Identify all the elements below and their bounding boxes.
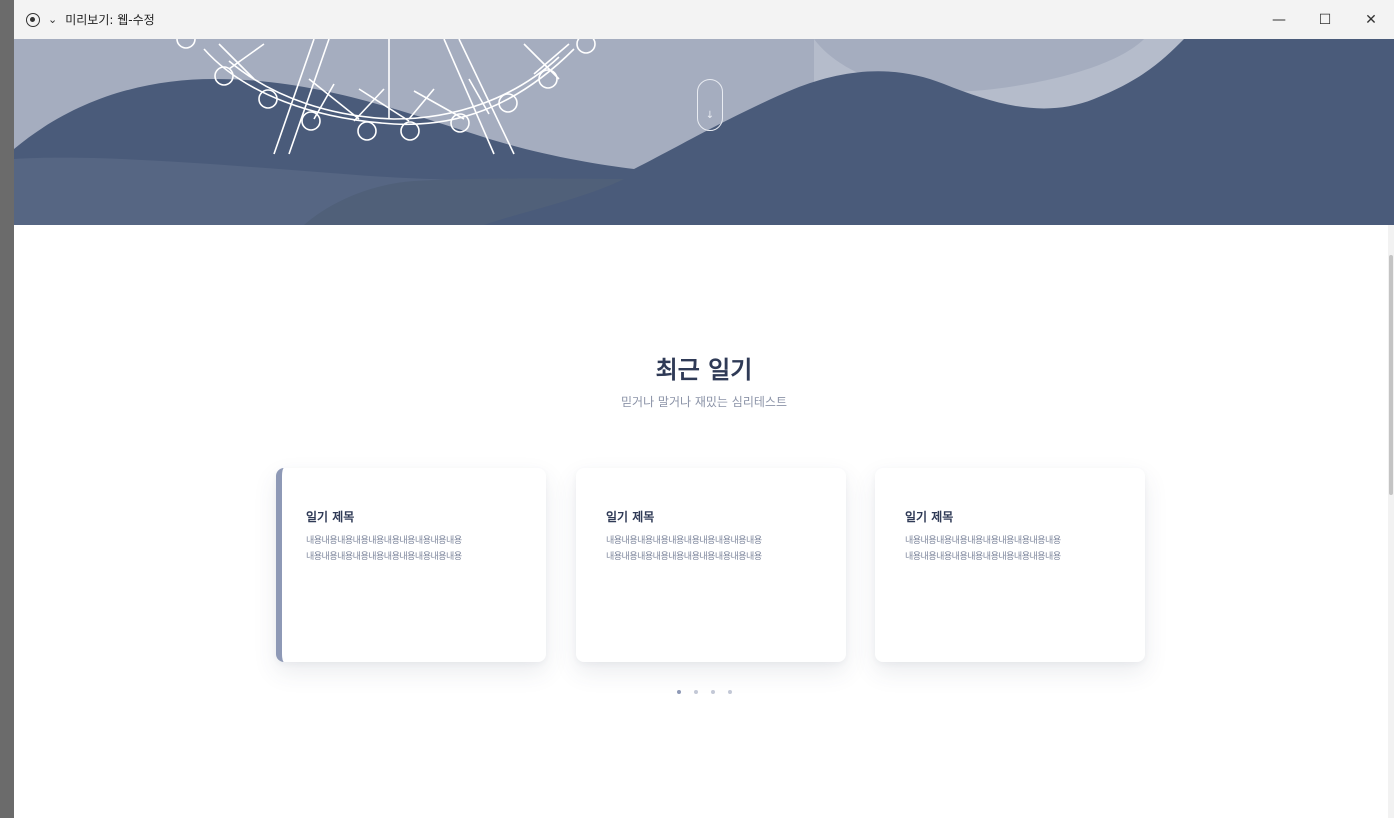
close-button[interactable]: ✕	[1348, 0, 1394, 39]
card-body-line: 내용내용내용내용내용내용내용내용내용내용	[905, 552, 1061, 562]
arrow-down-icon: ↓	[705, 110, 715, 121]
hero-banner: ↓	[14, 39, 1394, 225]
card-body-line: 내용내용내용내용내용내용내용내용내용내용	[606, 552, 762, 562]
card-body: 내용내용내용내용내용내용내용내용내용내용 내용내용내용내용내용내용내용내용내용내…	[306, 533, 518, 565]
pagination-dot[interactable]	[693, 690, 698, 694]
minimize-button[interactable]: —	[1256, 0, 1302, 39]
pagination-dots	[14, 690, 1394, 694]
card-title: 일기 제목	[306, 510, 355, 524]
record-icon	[26, 12, 40, 27]
card-title: 일기 제목	[905, 510, 954, 524]
diary-card[interactable]: 일기 제목 내용내용내용내용내용내용내용내용내용내용 내용내용내용내용내용내용내…	[276, 468, 546, 662]
title-bar: ⌄ 미리보기: 웹-수정 — ☐ ✕	[14, 0, 1394, 40]
card-body-line: 내용내용내용내용내용내용내용내용내용내용	[306, 536, 462, 546]
card-body-line: 내용내용내용내용내용내용내용내용내용내용	[606, 536, 762, 546]
maximize-button[interactable]: ☐	[1302, 0, 1348, 39]
card-title: 일기 제목	[606, 510, 655, 524]
section-title: 최근 일기	[655, 356, 753, 384]
card-body: 내용내용내용내용내용내용내용내용내용내용 내용내용내용내용내용내용내용내용내용내…	[606, 533, 818, 565]
vertical-scrollbar[interactable]	[1388, 225, 1394, 818]
pagination-dot[interactable]	[676, 690, 681, 694]
card-body: 내용내용내용내용내용내용내용내용내용내용 내용내용내용내용내용내용내용내용내용내…	[905, 533, 1117, 565]
pagination-dot[interactable]	[727, 690, 732, 694]
card-body-line: 내용내용내용내용내용내용내용내용내용내용	[905, 536, 1061, 546]
diary-card[interactable]: 일기 제목 내용내용내용내용내용내용내용내용내용내용 내용내용내용내용내용내용내…	[875, 468, 1145, 662]
pagination-dot[interactable]	[710, 690, 715, 694]
hero-illustration	[14, 39, 1394, 225]
window-controls: — ☐ ✕	[1256, 0, 1394, 39]
preview-window: ⌄ 미리보기: 웹-수정 — ☐ ✕ ↓ 최근 일기 믿거나 말거나 재밌는 심…	[14, 0, 1394, 818]
window-title: 미리보기: 웹-수정	[65, 13, 155, 27]
section-subtitle: 믿거나 말거나 재밌는 심리테스트	[620, 395, 787, 409]
scroll-down-indicator[interactable]: ↓	[697, 79, 723, 131]
card-body-line: 내용내용내용내용내용내용내용내용내용내용	[306, 552, 462, 562]
chevron-down-icon[interactable]: ⌄	[48, 13, 57, 26]
diary-card[interactable]: 일기 제목 내용내용내용내용내용내용내용내용내용내용 내용내용내용내용내용내용내…	[576, 468, 846, 662]
